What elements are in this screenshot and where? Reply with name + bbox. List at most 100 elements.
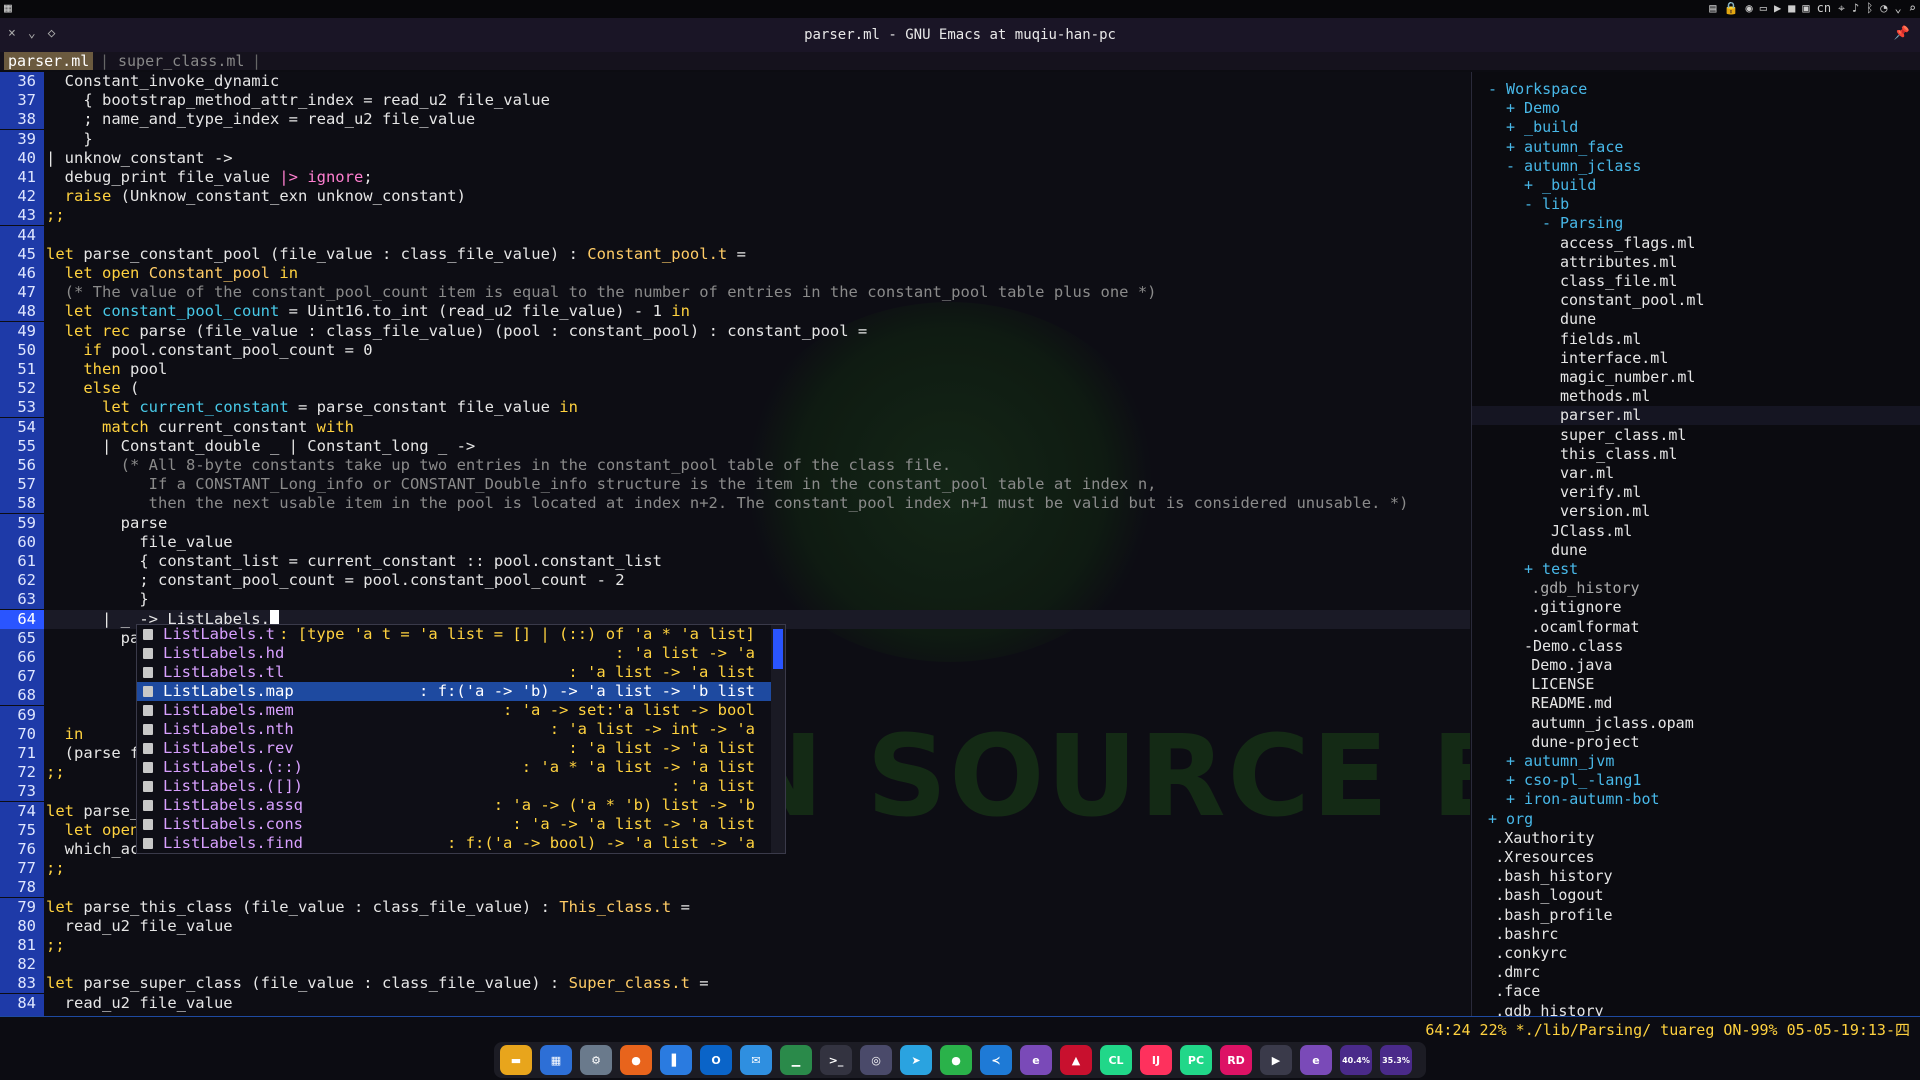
code-line[interactable]: 40 | unknow_constant -> bbox=[0, 148, 1470, 168]
code-line[interactable]: 84 read_u2 file_value bbox=[0, 993, 1470, 1013]
emacs-icon[interactable]: e bbox=[1020, 1045, 1052, 1075]
tree-file[interactable]: dune bbox=[1560, 310, 1596, 329]
completion-item[interactable]: ListLabels.map: f:('a -> 'b) -> 'a list … bbox=[137, 682, 785, 701]
tor-icon[interactable]: ◎ bbox=[860, 1045, 892, 1075]
tree-file[interactable]: super_class.ml bbox=[1560, 426, 1686, 445]
code-line[interactable]: 54 match current_constant with bbox=[0, 417, 1470, 437]
code-line[interactable]: 37 { bootstrap_method_attr_index = read_… bbox=[0, 91, 1470, 111]
code-line[interactable]: 62 ; constant_pool_count = pool.constant… bbox=[0, 571, 1470, 591]
tree-file[interactable]: .gdb_history bbox=[1531, 579, 1639, 598]
tree-folder[interactable]: + _build bbox=[1506, 118, 1578, 137]
code-line[interactable]: 57 If a CONSTANT_Long_info or CONSTANT_D… bbox=[0, 475, 1470, 495]
code-line[interactable]: 61 { constant_list = current_constant ::… bbox=[0, 552, 1470, 571]
tree-file[interactable]: .bash_profile bbox=[1495, 906, 1612, 925]
vscode-icon[interactable]: ≺ bbox=[980, 1045, 1012, 1075]
completion-item[interactable]: ListLabels.find: f:('a -> bool) -> 'a li… bbox=[137, 834, 785, 853]
play-icon[interactable]: ▶ bbox=[1774, 1, 1781, 16]
code-line[interactable]: 80 read_u2 file_value bbox=[0, 916, 1470, 936]
code-line[interactable]: 55 | Constant_double _ | Constant_long _… bbox=[0, 436, 1470, 456]
lock-icon[interactable]: 🔒 bbox=[1724, 1, 1739, 16]
tree-file[interactable]: README.md bbox=[1531, 694, 1612, 713]
volume-icon[interactable]: ♪ bbox=[1852, 1, 1859, 16]
completion-popup[interactable]: ListLabels.t: [type 'a t = 'a list = [] … bbox=[136, 624, 786, 854]
terminal-icon[interactable]: >_ bbox=[820, 1045, 852, 1075]
code-line[interactable]: 45 let parse_constant_pool (file_value : … bbox=[0, 244, 1470, 264]
tree-folder[interactable]: + org bbox=[1488, 810, 1533, 829]
cn-icon[interactable]: cn bbox=[1817, 1, 1831, 16]
tree-folder[interactable]: + cso-pl_-lang1 bbox=[1506, 771, 1641, 790]
tree-file[interactable]: .bash_logout bbox=[1495, 886, 1603, 905]
tree-folder[interactable]: - Workspace bbox=[1488, 80, 1587, 99]
cpu-meter-icon[interactable]: 40.4% bbox=[1340, 1045, 1372, 1075]
emacs-alt-icon[interactable]: e bbox=[1300, 1045, 1332, 1075]
apps-grid-icon[interactable]: ▦ bbox=[4, 1, 12, 16]
tree-folder[interactable]: - Parsing bbox=[1542, 214, 1623, 233]
code-line[interactable]: 36 Constant_invoke_dynamic bbox=[0, 72, 1470, 91]
tree-file[interactable]: magic_number.ml bbox=[1560, 368, 1695, 387]
code-line[interactable]: 46 let open Constant_pool in bbox=[0, 264, 1470, 283]
code-line[interactable]: 78 bbox=[0, 878, 1470, 898]
code-line[interactable]: 82 bbox=[0, 955, 1470, 975]
completion-item[interactable]: ListLabels.(::): 'a * 'a list -> 'a list bbox=[137, 758, 785, 777]
tab-super-class-ml[interactable]: super_class.ml bbox=[118, 52, 244, 70]
rider-icon[interactable]: RD bbox=[1220, 1045, 1252, 1075]
completion-item[interactable]: ListLabels.mem: 'a -> set:'a list -> boo… bbox=[137, 701, 785, 720]
code-line[interactable]: 63 } bbox=[0, 590, 1470, 610]
mail-icon[interactable]: ✉ bbox=[740, 1045, 772, 1075]
tree-file[interactable]: dune bbox=[1551, 541, 1587, 560]
tree-folder[interactable]: + Demo bbox=[1506, 99, 1560, 118]
tree-file[interactable]: var.ml bbox=[1560, 464, 1614, 483]
settings-icon[interactable]: ⚙ bbox=[580, 1045, 612, 1075]
tree-folder[interactable]: - autumn_jclass bbox=[1506, 157, 1641, 176]
completion-item[interactable]: ListLabels.t: [type 'a t = 'a list = [] … bbox=[137, 625, 785, 644]
code-line[interactable]: 77;; bbox=[0, 859, 1470, 879]
tree-file[interactable]: interface.ml bbox=[1560, 349, 1668, 368]
bluetooth-icon[interactable]: ᛒ bbox=[1866, 1, 1873, 16]
wechat-icon[interactable]: ● bbox=[940, 1045, 972, 1075]
pin-icon[interactable]: 📌 bbox=[1894, 26, 1910, 41]
code-line[interactable]: 41 debug_print file_value |> ignore; bbox=[0, 168, 1470, 187]
tree-file[interactable]: .bashrc bbox=[1495, 925, 1558, 944]
tree-file[interactable]: class_file.ml bbox=[1560, 272, 1677, 291]
mem-meter-icon[interactable]: 35.3% bbox=[1380, 1045, 1412, 1075]
code-line[interactable]: 49 let rec parse (file_value : class_fil… bbox=[0, 321, 1470, 341]
tree-file[interactable]: .ocamlformat bbox=[1531, 618, 1639, 637]
tree-file[interactable]: parser.ml bbox=[1472, 406, 1920, 426]
player-icon[interactable]: ▶ bbox=[1260, 1045, 1292, 1075]
tree-file[interactable]: fields.ml bbox=[1560, 330, 1641, 349]
wifi-icon[interactable]: ◔ bbox=[1880, 1, 1887, 16]
tree-folder[interactable]: - lib bbox=[1524, 195, 1569, 214]
store-icon[interactable]: ▦ bbox=[540, 1045, 572, 1075]
monitor-icon[interactable]: ▁ bbox=[780, 1045, 812, 1075]
firefox-icon[interactable]: ● bbox=[620, 1045, 652, 1075]
code-line[interactable]: 52 else ( bbox=[0, 379, 1470, 399]
tree-file[interactable]: .gitignore bbox=[1531, 598, 1621, 617]
code-line[interactable]: 58 then the next usable item in the pool… bbox=[0, 494, 1470, 514]
clion-icon[interactable]: CL bbox=[1100, 1045, 1132, 1075]
tree-folder[interactable]: + autumn_face bbox=[1506, 138, 1623, 157]
pycharm-icon[interactable]: PC bbox=[1180, 1045, 1212, 1075]
code-editor[interactable]: OPEN SOURCE EARTH 36 Constant_invoke_dyn… bbox=[0, 72, 1470, 1016]
scrollbar-thumb[interactable] bbox=[773, 629, 783, 669]
completion-item[interactable]: ListLabels.assq: 'a -> ('a * 'b) list ->… bbox=[137, 796, 785, 815]
tree-file[interactable]: .gdb_history bbox=[1495, 1002, 1603, 1016]
tab-parser-ml[interactable]: parser.ml bbox=[4, 52, 94, 70]
tree-folder[interactable]: + test bbox=[1524, 560, 1578, 579]
tree-file[interactable]: attributes.ml bbox=[1560, 253, 1677, 272]
code-line[interactable]: 79 let parse_this_class (file_value : cla… bbox=[0, 897, 1470, 917]
outlook-icon[interactable]: O bbox=[700, 1045, 732, 1075]
tree-file[interactable]: version.ml bbox=[1560, 502, 1650, 521]
code-line[interactable]: 60 file_value bbox=[0, 532, 1470, 552]
tree-folder[interactable]: + iron-autumn-bot bbox=[1506, 790, 1660, 809]
arch-icon[interactable]: ▲ bbox=[1060, 1045, 1092, 1075]
code-line[interactable]: 56 (* All 8-byte constants take up two e… bbox=[0, 456, 1470, 475]
code-line[interactable]: 81;; bbox=[0, 936, 1470, 955]
code-line[interactable]: 51 then pool bbox=[0, 360, 1470, 379]
media-icon[interactable]: ■ bbox=[1788, 1, 1795, 16]
code-line[interactable]: 53 let current_constant = parse_constant… bbox=[0, 398, 1470, 418]
code-line[interactable]: 48 let constant_pool_count = Uint16.to_i… bbox=[0, 302, 1470, 322]
search-icon[interactable]: ⌕ bbox=[1909, 1, 1916, 16]
tree-folder[interactable]: + _build bbox=[1524, 176, 1596, 195]
tree-file[interactable]: .Xresources bbox=[1495, 848, 1594, 867]
code-line[interactable]: 38 ; name_and_type_index = read_u2 file_… bbox=[0, 110, 1470, 130]
